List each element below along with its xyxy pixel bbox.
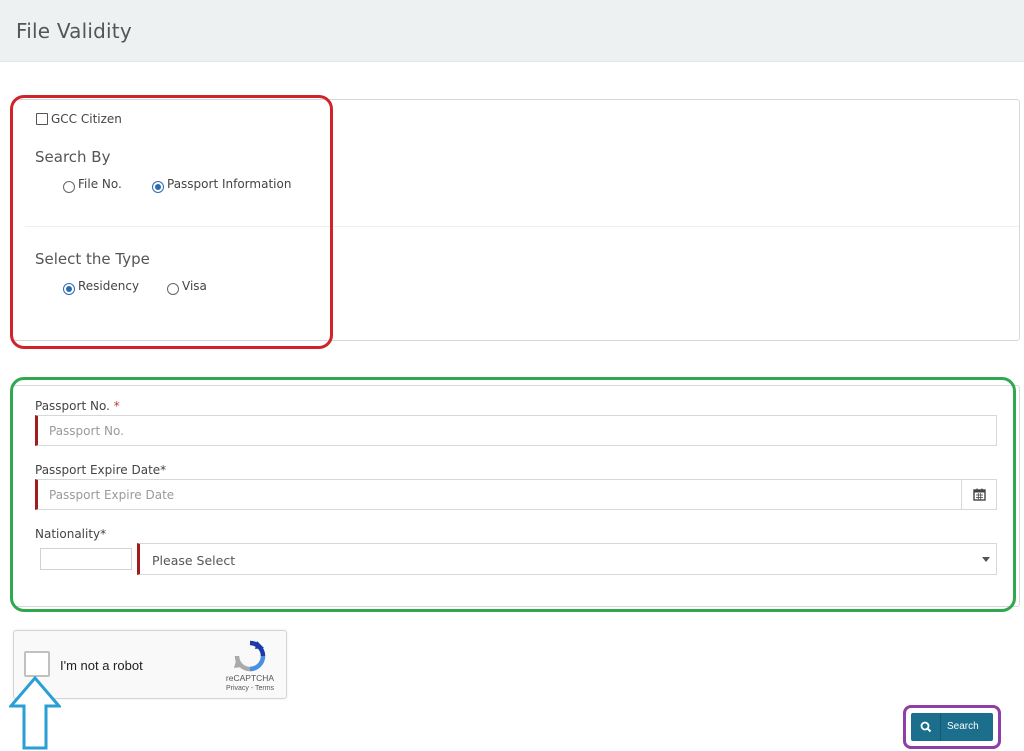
passport-no-label: Passport No. *: [35, 399, 120, 413]
search-by-heading: Search By: [35, 148, 111, 166]
expire-date-label: Passport Expire Date*: [35, 463, 167, 477]
required-mark: *: [113, 399, 120, 413]
recaptcha-brand: reCAPTCHA: [225, 673, 275, 683]
gcc-citizen-label: GCC Citizen: [51, 112, 122, 126]
calendar-icon: [973, 488, 986, 501]
recaptcha-label: I'm not a robot: [60, 658, 143, 673]
expire-date-input[interactable]: [35, 479, 962, 510]
caret-down-icon: [982, 557, 990, 562]
radio-visa[interactable]: [167, 283, 179, 295]
radio-file-no[interactable]: [63, 181, 75, 193]
search-icon: [911, 713, 941, 741]
recaptcha-logo-icon: [234, 640, 266, 672]
nationality-selected-value: Please Select: [152, 553, 236, 568]
radio-passport-information[interactable]: [152, 181, 164, 193]
recaptcha-checkbox[interactable]: [24, 651, 50, 677]
page-header: File Validity: [0, 0, 1024, 62]
calendar-button[interactable]: [961, 479, 997, 510]
page-title: File Validity: [16, 19, 132, 43]
passport-no-input[interactable]: [35, 415, 997, 446]
radio-visa-label: Visa: [182, 279, 207, 293]
gcc-citizen-checkbox[interactable]: [36, 113, 48, 125]
search-button[interactable]: Search: [911, 713, 993, 741]
radio-residency-label: Residency: [78, 279, 140, 293]
recaptcha-links[interactable]: Privacy - Terms: [220, 685, 280, 692]
select-type-heading: Select the Type: [35, 250, 150, 268]
nationality-label: Nationality*: [35, 527, 107, 541]
nationality-select[interactable]: Please Select: [137, 543, 997, 575]
up-arrow-icon: [9, 676, 61, 750]
section-divider: [25, 226, 1019, 227]
radio-residency[interactable]: [63, 283, 75, 295]
radio-file-no-label: File No.: [78, 177, 122, 191]
nationality-code-input[interactable]: [40, 548, 132, 570]
search-options-panel: [12, 99, 1020, 341]
search-button-label: Search: [947, 721, 979, 732]
radio-passport-information-label: Passport Information: [167, 177, 292, 191]
